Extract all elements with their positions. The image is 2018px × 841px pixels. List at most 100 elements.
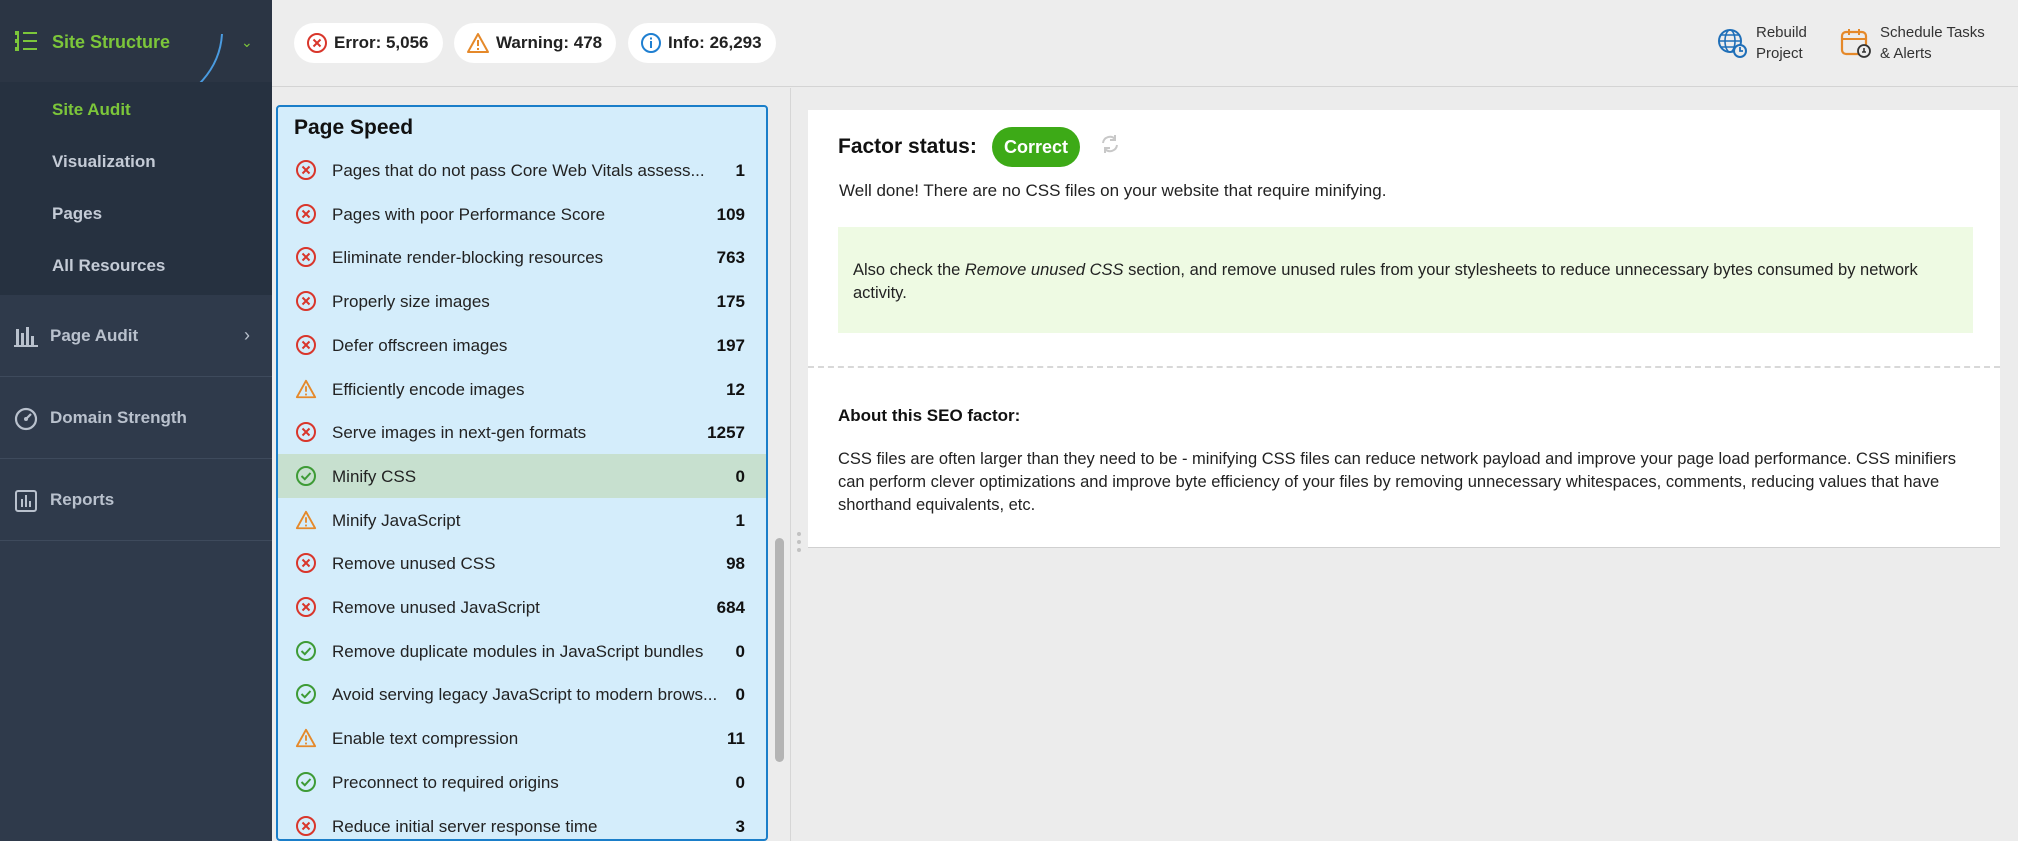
rebuild-project-button[interactable]: Rebuild Project bbox=[1716, 22, 1807, 64]
splitter-grip[interactable] bbox=[797, 548, 801, 552]
list-item-count: 98 bbox=[726, 554, 745, 574]
list-item-count: 175 bbox=[716, 292, 745, 312]
check-icon bbox=[295, 465, 317, 492]
error-icon bbox=[295, 159, 317, 186]
calendar-alert-icon bbox=[1840, 29, 1871, 58]
reports-icon bbox=[14, 489, 38, 518]
info-count: 26,293 bbox=[709, 33, 762, 52]
list-item[interactable]: Remove duplicate modules in JavaScript b… bbox=[278, 629, 766, 673]
status-message: Well done! There are no CSS files on you… bbox=[839, 181, 1387, 200]
list-item[interactable]: Properly size images 175 bbox=[278, 279, 766, 323]
about-title: About this SEO factor: bbox=[838, 406, 1021, 425]
warning-icon bbox=[467, 33, 489, 53]
site-structure-icon bbox=[14, 30, 38, 57]
list-item-label: Properly size images bbox=[332, 292, 490, 312]
sidebar-item-page-audit[interactable]: Page Audit › bbox=[0, 295, 272, 377]
schedule-tasks-button[interactable]: Schedule Tasks & Alerts bbox=[1840, 22, 1985, 64]
splitter-grip[interactable] bbox=[797, 540, 801, 544]
sidebar-group-label: Domain Strength bbox=[50, 408, 187, 427]
sidebar-item-domain-strength[interactable]: Domain Strength bbox=[0, 377, 272, 459]
list-item-label: Minify JavaScript bbox=[332, 510, 461, 530]
list-item[interactable]: Remove unused CSS 98 bbox=[278, 541, 766, 585]
warning-icon bbox=[295, 378, 317, 405]
list-item[interactable]: Defer offscreen images 197 bbox=[278, 323, 766, 367]
list-item-count: 0 bbox=[735, 641, 745, 661]
factor-detail-panel: Factor status: Correct Well done! There … bbox=[808, 110, 2000, 548]
list-item[interactable]: Reduce initial server response time 3 bbox=[278, 804, 766, 840]
list-item[interactable]: Minify CSS 0 bbox=[278, 453, 766, 498]
error-icon bbox=[295, 290, 317, 317]
list-item-count: 12 bbox=[726, 379, 745, 399]
list-item-label: Pages that do not pass Core Web Vitals a… bbox=[332, 161, 705, 180]
list-item-label: Reduce initial server response time bbox=[332, 816, 598, 836]
list-item-label: Minify CSS bbox=[332, 466, 417, 486]
tip-box: Also check the Remove unused CSS section… bbox=[838, 227, 1973, 333]
sidebar-item-pages[interactable]: Pages bbox=[52, 204, 102, 224]
list-item[interactable]: Minify JavaScript 1 bbox=[278, 498, 766, 542]
error-label: Error: bbox=[334, 33, 382, 52]
site-structure-submenu: Site Audit Visualization Pages All Resou… bbox=[0, 82, 272, 295]
list-item-label: Efficiently encode images bbox=[332, 379, 525, 399]
warning-icon bbox=[295, 727, 317, 754]
list-item[interactable]: Avoid serving legacy JavaScript to moder… bbox=[278, 672, 766, 716]
error-count-filter[interactable]: Error: 5,056 bbox=[294, 23, 443, 63]
list-item-count: 197 bbox=[716, 335, 745, 355]
sidebar-item-all-resources[interactable]: All Resources bbox=[52, 256, 165, 276]
info-count-filter[interactable]: Info: 26,293 bbox=[628, 23, 776, 63]
chevron-down-icon[interactable]: ⌄ bbox=[241, 34, 253, 51]
list-item-count: 1 bbox=[735, 510, 745, 530]
page-speed-list: Page Speed Pages that do not pass Core W… bbox=[276, 105, 768, 841]
about-text: CSS files are often larger than they nee… bbox=[838, 450, 1956, 514]
chevron-right-icon: › bbox=[244, 325, 250, 345]
list-item[interactable]: Enable text compression 11 bbox=[278, 716, 766, 760]
sidebar-group-label: Page Audit bbox=[50, 326, 139, 345]
list-item-count: 11 bbox=[727, 729, 745, 749]
sidebar-item-reports[interactable]: Reports bbox=[0, 459, 272, 541]
info-label: Info: bbox=[668, 33, 705, 52]
gauge-icon bbox=[14, 407, 38, 436]
error-icon bbox=[295, 334, 317, 361]
warning-count-filter[interactable]: Warning: 478 bbox=[454, 23, 617, 63]
list-item[interactable]: Serve images in next-gen formats 1257 bbox=[278, 410, 766, 454]
divider bbox=[808, 366, 2000, 368]
list-item[interactable]: Pages with poor Performance Score 109 bbox=[278, 192, 766, 236]
list-item-label: Pages with poor Performance Score bbox=[332, 204, 606, 224]
list-item[interactable]: Efficiently encode images 12 bbox=[278, 367, 766, 411]
error-icon bbox=[295, 203, 317, 230]
list-item-label: Remove unused JavaScript bbox=[332, 598, 540, 617]
list-item[interactable]: Pages that do not pass Core Web Vitals a… bbox=[278, 148, 766, 192]
sidebar-item-visualization[interactable]: Visualization bbox=[52, 152, 156, 172]
list-item-label: Serve images in next-gen formats bbox=[332, 423, 587, 443]
list-item-label: Preconnect to required origins bbox=[332, 772, 559, 792]
sidebar-item-site-audit[interactable]: Site Audit bbox=[52, 100, 131, 120]
list-item-label: Avoid serving legacy JavaScript to moder… bbox=[332, 685, 718, 705]
error-icon bbox=[295, 552, 317, 579]
refresh-icon[interactable] bbox=[1100, 134, 1120, 159]
list-item-count: 0 bbox=[735, 685, 745, 705]
list-item-count: 763 bbox=[716, 248, 745, 268]
page-audit-icon bbox=[14, 325, 38, 352]
error-icon bbox=[295, 596, 317, 623]
globe-refresh-icon bbox=[1718, 29, 1747, 58]
schedule-line1: Schedule Tasks bbox=[1880, 24, 1985, 41]
list-item-count: 684 bbox=[716, 598, 745, 617]
error-icon bbox=[307, 33, 327, 53]
sidebar-group-label: Reports bbox=[50, 490, 115, 509]
warning-label: Warning: bbox=[496, 33, 570, 52]
list-item-count: 3 bbox=[735, 816, 745, 836]
list-item[interactable]: Preconnect to required origins 0 bbox=[278, 760, 766, 804]
list-item[interactable]: Eliminate render-blocking resources 763 bbox=[278, 235, 766, 279]
list-scrollbar-thumb[interactable] bbox=[775, 538, 784, 762]
error-icon bbox=[295, 421, 317, 448]
list-item-label: Enable text compression bbox=[332, 729, 519, 749]
list-item-label: Eliminate render-blocking resources bbox=[332, 248, 604, 268]
factor-status-badge: Correct bbox=[992, 127, 1080, 167]
panel-splitter[interactable] bbox=[790, 88, 791, 841]
schedule-line2: & Alerts bbox=[1880, 45, 1932, 62]
list-item-count: 0 bbox=[735, 772, 745, 792]
rebuild-line2: Project bbox=[1756, 45, 1803, 62]
list-item[interactable]: Remove unused JavaScript 684 bbox=[278, 585, 766, 629]
error-icon bbox=[295, 246, 317, 273]
splitter-grip[interactable] bbox=[797, 532, 801, 536]
tip-prefix: Also check the bbox=[853, 261, 965, 279]
